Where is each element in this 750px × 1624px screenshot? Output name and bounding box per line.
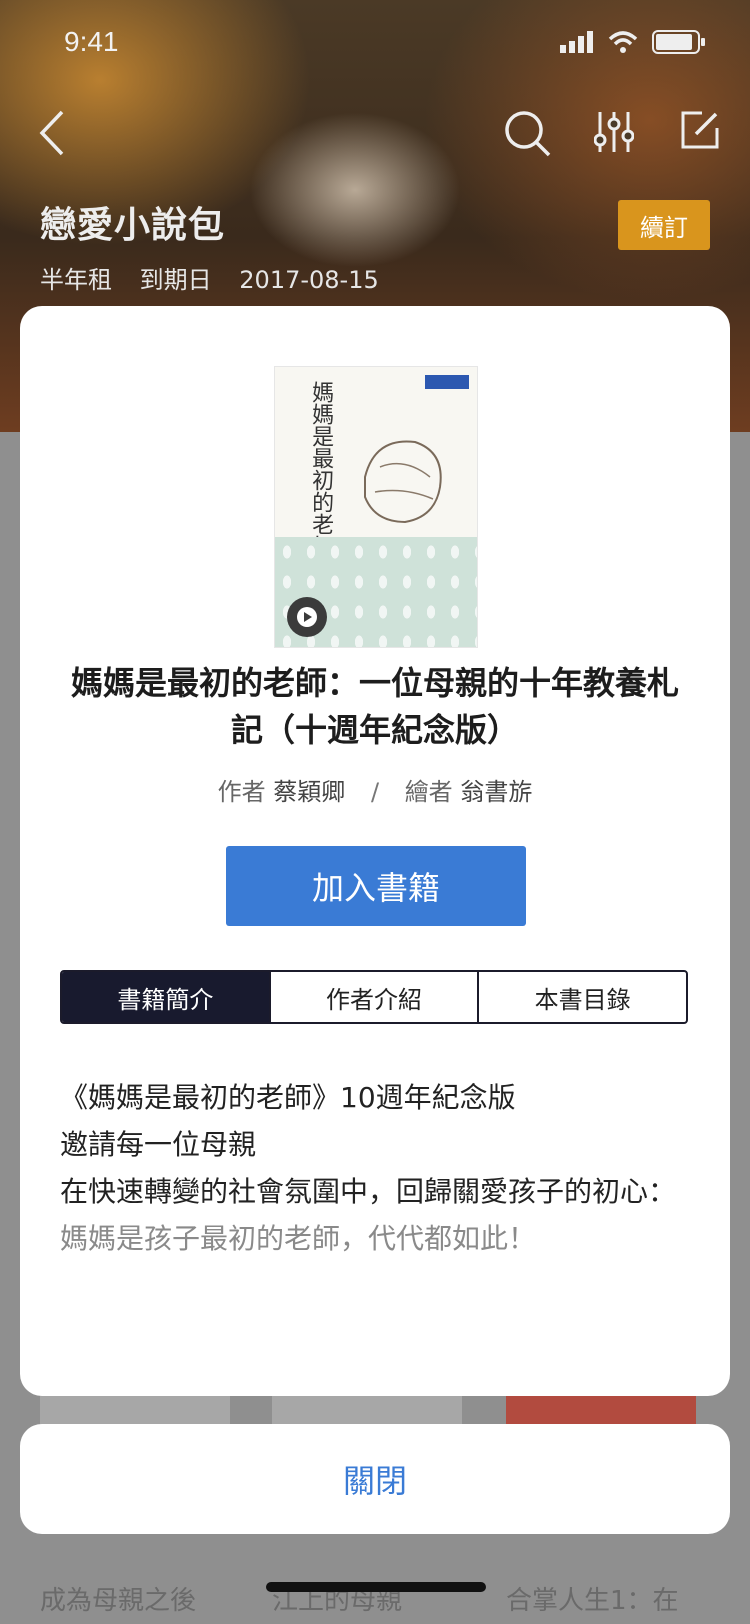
description-line: 媽媽是孩子最初的老師，代代都如此！ <box>60 1222 537 1255</box>
credits-separator: / <box>370 778 380 806</box>
renew-button[interactable]: 續訂 <box>618 200 710 250</box>
back-chevron-icon[interactable] <box>38 110 66 160</box>
play-icon[interactable] <box>287 597 327 637</box>
close-sheet: 關閉 <box>20 1424 730 1534</box>
signal-icon <box>560 31 594 57</box>
subscription-header: 戀愛小說包 半年租 到期日 2017-08-15 <box>40 196 379 295</box>
subscription-title: 戀愛小說包 <box>40 205 226 246</box>
description-line: 邀請每一位母親 <box>60 1128 257 1161</box>
nav-bar <box>0 100 750 170</box>
cover-title: 媽媽是最初的老師 <box>308 381 334 557</box>
home-indicator[interactable] <box>266 1582 486 1592</box>
expiry-date: 2017-08-15 <box>239 266 379 294</box>
edit-icon[interactable] <box>680 110 720 154</box>
subscription-info: 半年租 到期日 2017-08-15 <box>40 260 379 295</box>
tab-table-of-contents[interactable]: 本書目錄 <box>477 972 686 1022</box>
subscription-plan: 半年租 <box>40 266 112 294</box>
tab-book-intro[interactable]: 書籍簡介 <box>62 972 269 1022</box>
illustrator-name[interactable]: 翁書旂 <box>460 778 532 806</box>
close-button[interactable]: 關閉 <box>303 1436 447 1522</box>
cover-illustration <box>364 440 442 524</box>
search-icon[interactable] <box>504 110 552 162</box>
book-description: 《媽媽是最初的老師》10週年紀念版 邀請每一位母親 在快速轉變的社會氛圍中，回歸… <box>60 1074 690 1262</box>
book-title: 媽媽是最初的老師：一位母親的十年教養札記（十週年紀念版） <box>70 664 679 749</box>
wifi-icon <box>608 31 638 57</box>
description-line: 《媽媽是最初的老師》10週年紀念版 <box>60 1081 516 1114</box>
book-credits: 作者 蔡穎卿 / 繪者 翁書旂 <box>20 772 730 807</box>
status-icons <box>560 30 706 58</box>
publisher-logo <box>425 375 469 389</box>
battery-icon <box>652 30 706 58</box>
description-line: 在快速轉變的社會氛圍中，回歸關愛孩子的初心： <box>60 1175 677 1208</box>
expiry-label: 到期日 <box>139 266 212 294</box>
book-thumbnail-title: 成為母親之後 <box>40 1586 197 1616</box>
status-bar: 9:41 <box>0 0 750 88</box>
detail-tabs: 書籍簡介 作者介紹 本書目錄 <box>60 970 688 1024</box>
tab-author-intro[interactable]: 作者介紹 <box>268 972 478 1022</box>
book-detail-sheet: 媽媽是最初的老師 媽媽是最初的老師：一位母親的十年教養札記（十週年紀念版） 作者… <box>20 306 730 1396</box>
filter-sliders-icon[interactable] <box>593 110 635 158</box>
author-name[interactable]: 蔡穎卿 <box>273 778 345 806</box>
book-thumbnail-title: 合掌人生1：在 <box>506 1586 679 1616</box>
status-time: 9:41 <box>64 26 119 57</box>
illustrator-label: 繪者 <box>404 778 453 806</box>
book-cover[interactable]: 媽媽是最初的老師 <box>274 366 478 648</box>
add-book-button[interactable]: 加入書籍 <box>226 846 526 926</box>
author-label: 作者 <box>217 778 266 806</box>
